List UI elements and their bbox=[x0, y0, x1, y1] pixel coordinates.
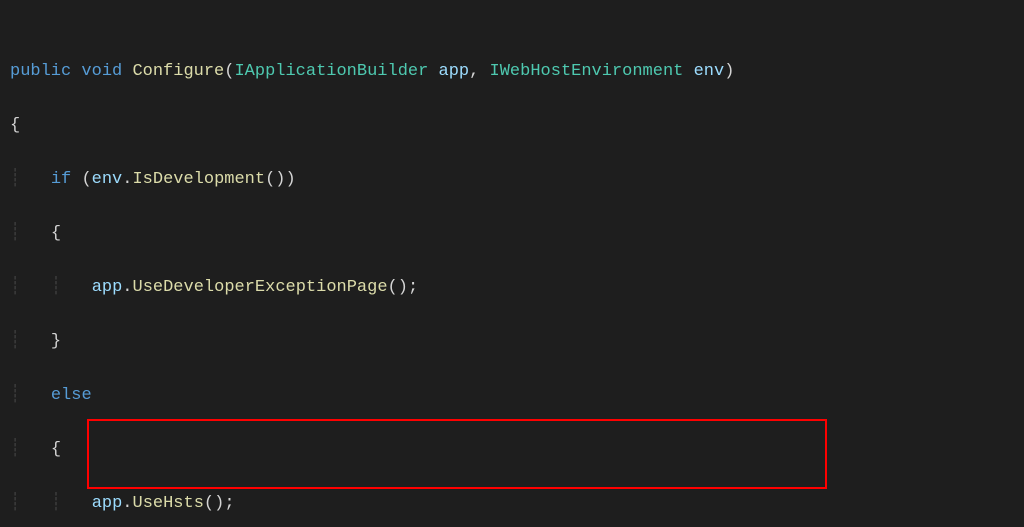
parameter: env bbox=[694, 62, 725, 81]
punctuation: ( bbox=[224, 62, 234, 81]
code-line: ┊ ┊ app.UseHsts(); bbox=[10, 490, 1024, 517]
code-line: ┊ if (env.IsDevelopment()) bbox=[10, 166, 1024, 193]
code-line: ┊ ┊ app.UseDeveloperExceptionPage(); bbox=[10, 274, 1024, 301]
code-line: ┊ } bbox=[10, 328, 1024, 355]
punctuation: . bbox=[122, 170, 132, 189]
punctuation: , bbox=[469, 62, 489, 81]
keyword: public bbox=[10, 62, 71, 81]
variable: env bbox=[92, 170, 123, 189]
code-line: ┊ { bbox=[10, 220, 1024, 247]
parameter: app bbox=[439, 62, 470, 81]
keyword: if bbox=[51, 170, 71, 189]
brace: { bbox=[51, 224, 61, 243]
brace: { bbox=[10, 116, 20, 135]
type-name: IWebHostEnvironment bbox=[490, 62, 684, 81]
function-name: Configure bbox=[132, 62, 224, 81]
keyword: void bbox=[81, 62, 122, 81]
brace: { bbox=[51, 440, 61, 459]
punctuation: ) bbox=[724, 62, 734, 81]
punctuation: ()) bbox=[265, 170, 296, 189]
function-name: UseDeveloperExceptionPage bbox=[133, 278, 388, 297]
punctuation: . bbox=[122, 278, 132, 297]
type-name: IApplicationBuilder bbox=[234, 62, 428, 81]
code-line: { bbox=[10, 112, 1024, 139]
punctuation: (); bbox=[388, 278, 419, 297]
punctuation: . bbox=[122, 494, 132, 513]
keyword: else bbox=[51, 386, 92, 405]
punctuation: ( bbox=[71, 170, 91, 189]
function-name: UseHsts bbox=[133, 494, 204, 513]
code-editor[interactable]: public void Configure(IApplicationBuilde… bbox=[0, 0, 1024, 527]
code-line: ┊ { bbox=[10, 436, 1024, 463]
brace: } bbox=[51, 332, 61, 351]
variable: app bbox=[92, 278, 123, 297]
variable: app bbox=[92, 494, 123, 513]
code-line: ┊ else bbox=[10, 382, 1024, 409]
function-name: IsDevelopment bbox=[132, 170, 265, 189]
punctuation: (); bbox=[204, 494, 235, 513]
code-line: public void Configure(IApplicationBuilde… bbox=[10, 58, 1024, 85]
